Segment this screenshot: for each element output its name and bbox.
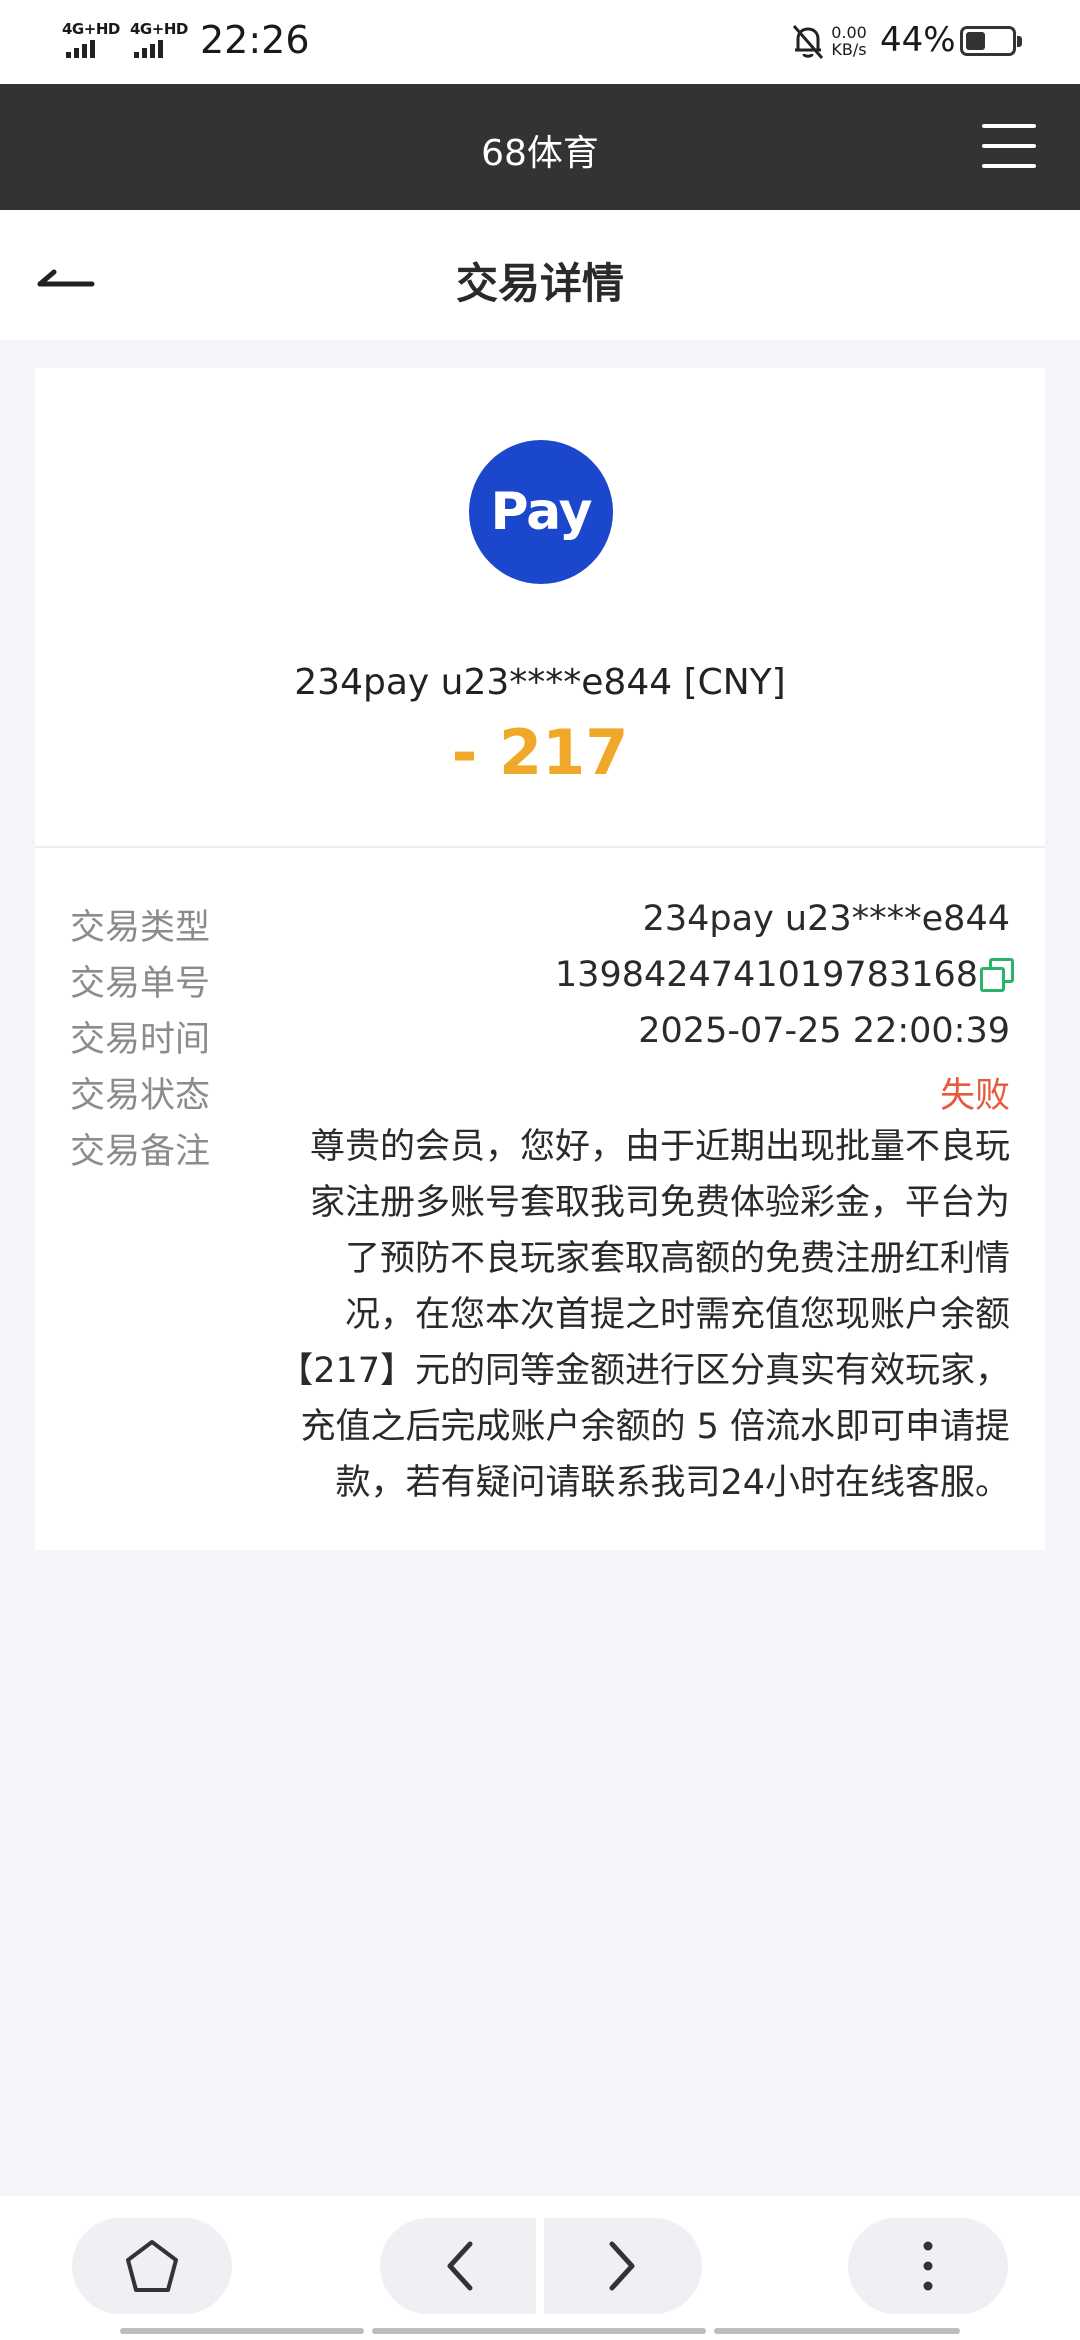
merchant-name: 234pay u23****e844 [CNY] — [294, 662, 786, 703]
divider — [35, 846, 1045, 848]
network-speed-value: 0.00 — [831, 23, 867, 42]
transaction-card: Pay 234pay u23****e844 [CNY] - 217 交易类型 … — [35, 368, 1045, 1550]
gesture-indicator — [714, 2328, 960, 2334]
page-title: 交易详情 — [455, 259, 624, 308]
forward-button[interactable] — [544, 2218, 702, 2314]
forward-chevron-icon — [609, 2241, 635, 2291]
more-dots-icon — [923, 2241, 933, 2291]
remark-line: 充值之后完成账户余额的 5 倍流水即可申请提 — [300, 1407, 1010, 1447]
detail-value: 234pay u23****e844 — [642, 899, 1010, 939]
detail-label: 交易单号 — [70, 964, 211, 1004]
detail-value: 2025-07-25 22:00:39 — [638, 1011, 1010, 1051]
status-badge: 失败 — [939, 1076, 1010, 1116]
app-bar: 68体育 — [0, 84, 1080, 210]
detail-label: 交易时间 — [70, 1020, 211, 1060]
hamburger-icon[interactable] — [982, 122, 1036, 170]
detail-row-time: 交易时间 2025-07-25 22:00:39 — [70, 1011, 1045, 1067]
pay-logo: Pay — [469, 440, 613, 584]
remark-label: 交易备注 — [70, 1132, 211, 1172]
sim2-label: 4G+HD — [130, 20, 188, 38]
network-speed: 0.00 KB/s — [826, 24, 872, 58]
remark-line: 尊贵的会员，您好，由于近期出现批量不良玩 — [309, 1127, 1010, 1167]
browser-nav-bar — [0, 2196, 1080, 2340]
bell-off-icon — [792, 25, 824, 59]
remark-line: 了预防不良玩家套取高额的免费注册红利情 — [344, 1239, 1010, 1279]
remark-line: 【217】元的同等金额进行区分真实有效玩家， — [278, 1351, 1010, 1391]
home-icon — [126, 2240, 178, 2292]
remark-line: 况，在您本次首提之时需充值您现账户余额 — [344, 1295, 1010, 1335]
remark-text: 尊贵的会员，您好，由于近期出现批量不良玩 家注册多账号套取我司免费体验彩金，平台… — [255, 1119, 1010, 1511]
network-speed-unit: KB/s — [831, 40, 867, 59]
home-button[interactable] — [72, 2218, 232, 2314]
status-time: 22:26 — [200, 18, 310, 62]
page-header: 交易详情 — [0, 210, 1080, 340]
detail-row-type: 交易类型 234pay u23****e844 — [70, 899, 1045, 955]
back-chevron-icon — [447, 2241, 473, 2291]
sim2-signal-icon: 4G+HD — [130, 20, 190, 64]
gesture-indicator — [372, 2328, 706, 2334]
transaction-amount: - 217 — [451, 716, 629, 789]
gesture-indicator — [120, 2328, 364, 2334]
app-title: 68体育 — [481, 133, 599, 174]
detail-label: 交易状态 — [70, 1076, 211, 1116]
remark-line: 家注册多账号套取我司免费体验彩金，平台为 — [309, 1183, 1010, 1223]
detail-row-status: 交易状态 失败 — [70, 1067, 1045, 1123]
remark-line: 款，若有疑问请联系我司24小时在线客服。 — [335, 1463, 1010, 1503]
back-button[interactable] — [380, 2218, 536, 2314]
more-button[interactable] — [848, 2218, 1008, 2314]
detail-value-wrap: 1398424741019783168 — [554, 955, 1014, 995]
detail-row-order-number: 交易单号 1398424741019783168 — [70, 955, 1045, 1011]
battery-icon — [960, 26, 1022, 56]
detail-label: 交易类型 — [70, 908, 211, 948]
battery-percent: 44% — [880, 20, 956, 60]
battery-fill — [966, 32, 986, 50]
sim1-label: 4G+HD — [62, 20, 120, 38]
sim1-signal-icon: 4G+HD — [62, 20, 122, 64]
status-bar: 4G+HD 4G+HD 22:26 0.00 KB/s 44% — [0, 0, 1080, 84]
copy-icon[interactable] — [980, 958, 1014, 992]
order-number: 1398424741019783168 — [554, 955, 978, 995]
